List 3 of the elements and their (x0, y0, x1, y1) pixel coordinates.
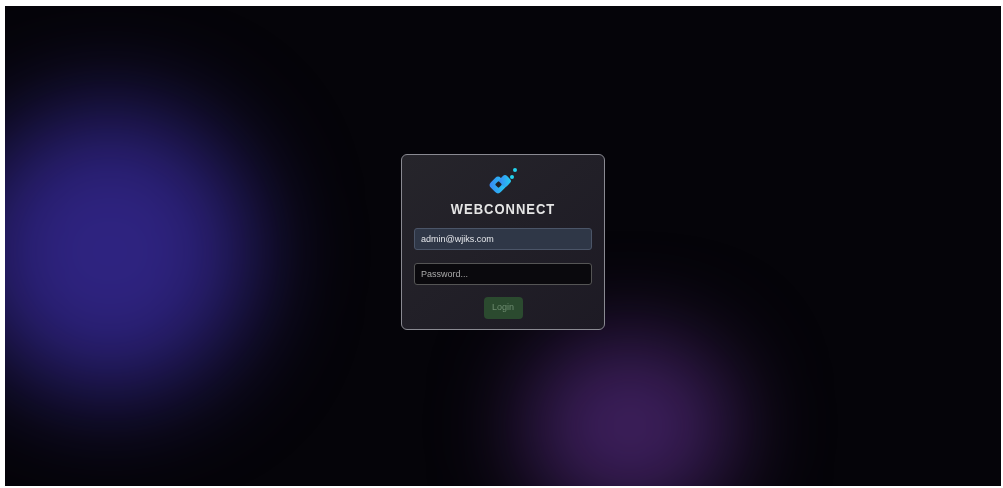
email-field[interactable]: admin@wjiks.com (414, 228, 592, 250)
logo-text: WEBCONNECT (450, 201, 556, 216)
password-field[interactable]: Password... (414, 263, 592, 285)
